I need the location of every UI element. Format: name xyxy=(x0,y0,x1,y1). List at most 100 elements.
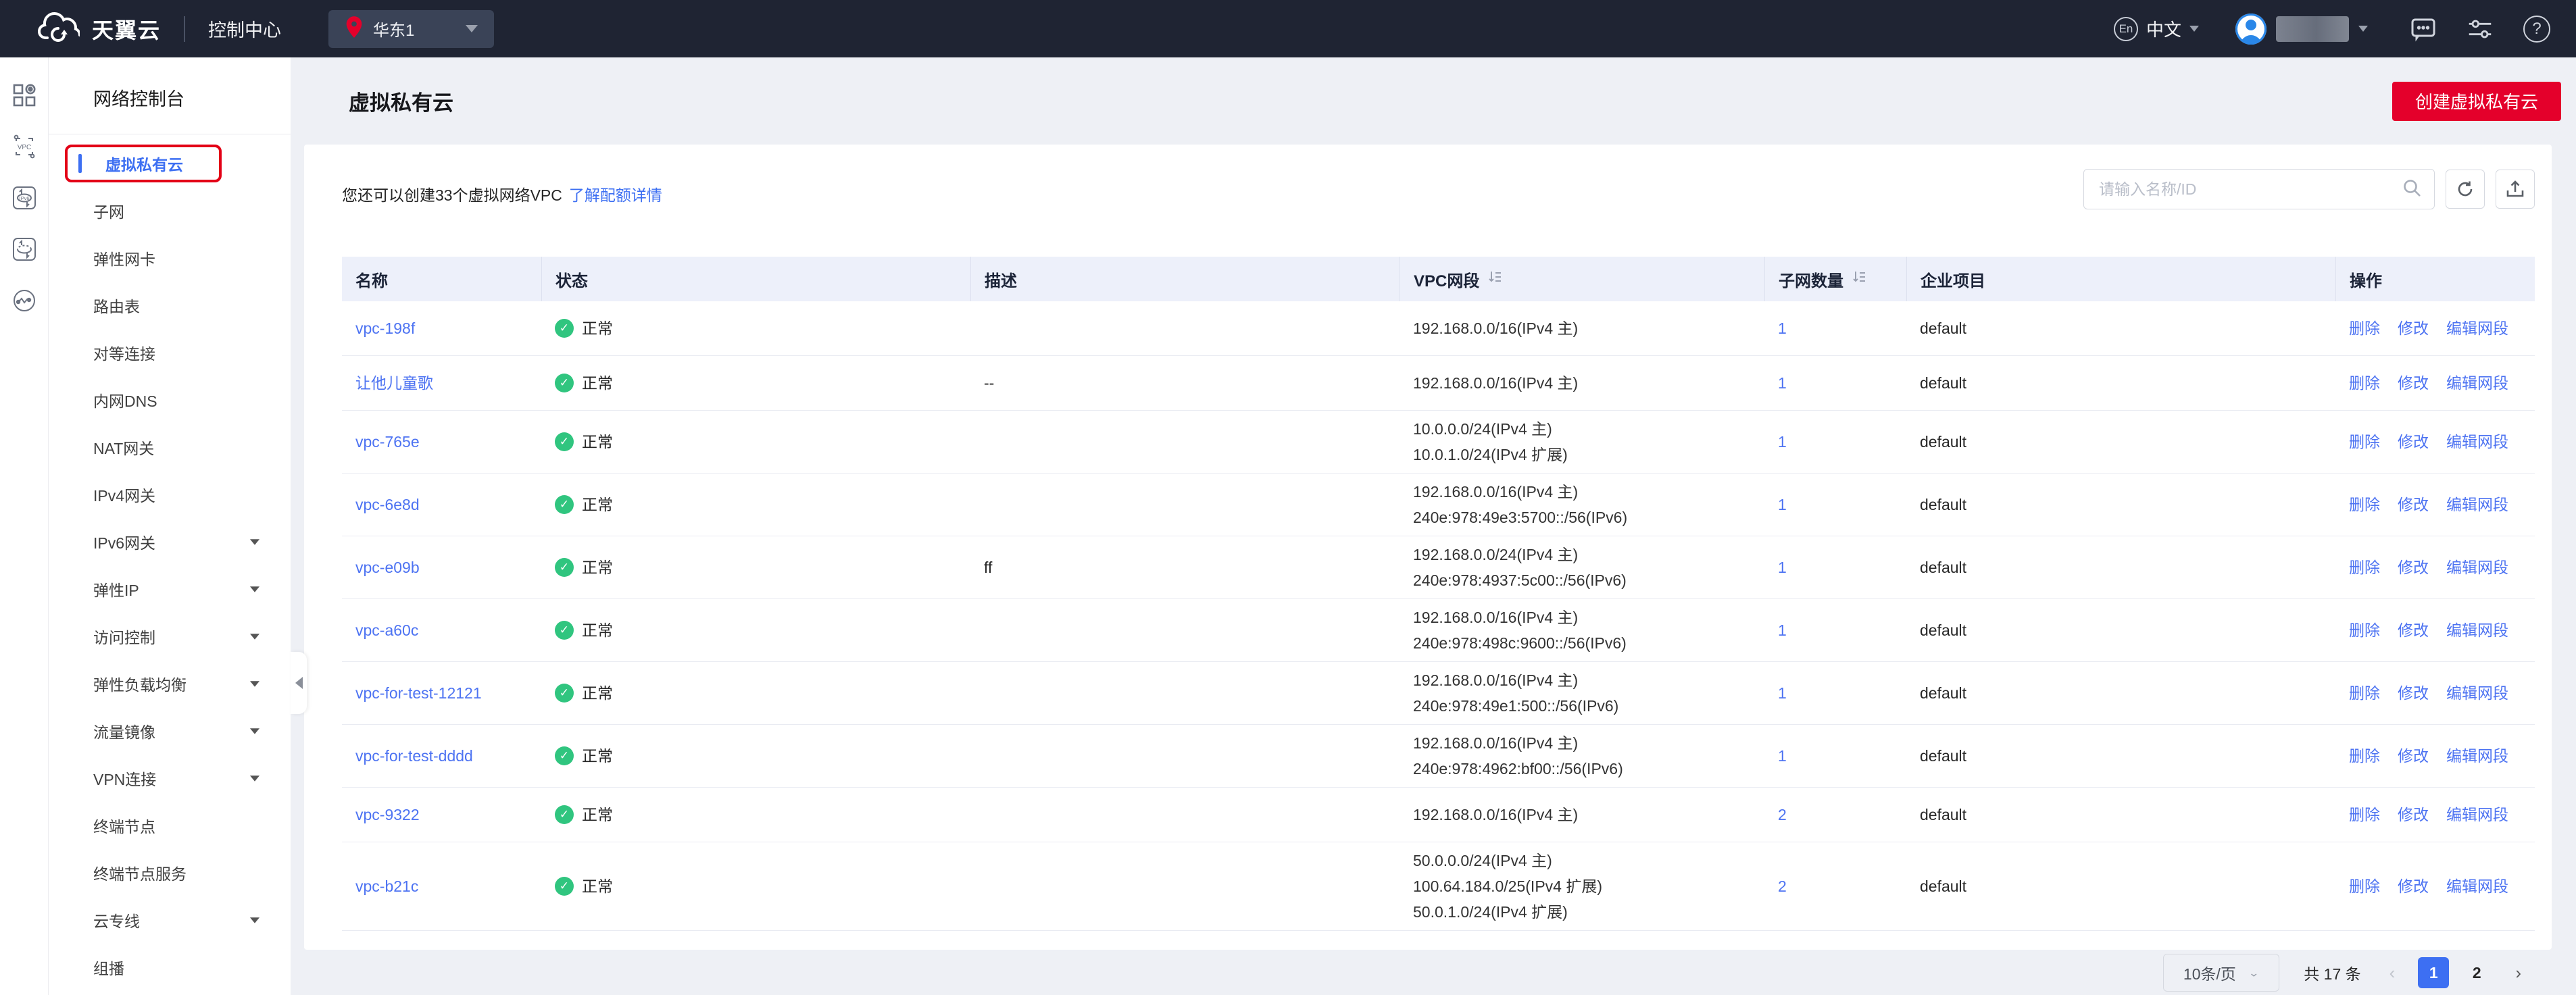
apps-grid-icon[interactable] xyxy=(11,82,38,109)
subnet-count-link[interactable]: 1 xyxy=(1778,320,1787,337)
subnet-count-link[interactable]: 1 xyxy=(1778,684,1787,702)
edit-cidr-action-link[interactable]: 编辑网段 xyxy=(2446,802,2508,827)
sidebar-item-9[interactable]: IPv6网关 xyxy=(49,518,291,565)
export-button[interactable] xyxy=(2496,170,2535,209)
next-page-button[interactable]: › xyxy=(2511,963,2525,984)
user-menu[interactable] xyxy=(2235,14,2368,45)
quota-details-link[interactable]: 了解配额详情 xyxy=(569,186,662,204)
prev-page-button[interactable]: ‹ xyxy=(2385,963,2400,984)
subnet-count-link[interactable]: 1 xyxy=(1778,433,1787,451)
brand-logo[interactable]: 天翼云 xyxy=(38,12,161,45)
sidebar-item-18[interactable]: 组播 xyxy=(49,944,291,991)
help-icon[interactable]: ? xyxy=(2522,14,2552,44)
subnet-count-link[interactable]: 2 xyxy=(1778,806,1787,823)
subnet-count-link[interactable]: 1 xyxy=(1778,496,1787,513)
delete-action-link[interactable]: 删除 xyxy=(2349,555,2380,580)
edit-cidr-action-link[interactable]: 编辑网段 xyxy=(2446,680,2508,706)
modify-action-link[interactable]: 修改 xyxy=(2398,873,2429,899)
edit-cidr-action-link[interactable]: 编辑网段 xyxy=(2446,617,2508,643)
edit-cidr-action-link[interactable]: 编辑网段 xyxy=(2446,429,2508,455)
vpc-name-link[interactable]: vpc-6e8d xyxy=(355,496,420,513)
delete-action-link[interactable]: 删除 xyxy=(2349,429,2380,455)
vpc-name-link[interactable]: vpc-for-test-dddd xyxy=(355,747,473,765)
edit-cidr-action-link[interactable]: 编辑网段 xyxy=(2446,492,2508,517)
sidebar-item-10[interactable]: 弹性IP xyxy=(49,565,291,613)
modify-action-link[interactable]: 修改 xyxy=(2398,680,2429,706)
modify-action-link[interactable]: 修改 xyxy=(2398,555,2429,580)
sidebar-collapse-handle[interactable] xyxy=(291,652,307,714)
edit-cidr-action-link[interactable]: 编辑网段 xyxy=(2446,743,2508,769)
language-switcher[interactable]: En 中文 xyxy=(2114,16,2199,41)
subnet-count-link[interactable]: 1 xyxy=(1778,621,1787,639)
edit-cidr-action-link[interactable]: 编辑网段 xyxy=(2446,555,2508,580)
vpc-icon[interactable]: VPC xyxy=(11,133,38,160)
subnet-count-link[interactable]: 1 xyxy=(1778,559,1787,576)
page-size-select[interactable]: 10条/页 ⌄ xyxy=(2163,954,2279,992)
vpc-name-link[interactable]: vpc-a60c xyxy=(355,621,418,639)
subnet-count-link[interactable]: 1 xyxy=(1778,374,1787,392)
preferences-sliders-icon[interactable] xyxy=(2465,14,2495,44)
feedback-message-icon[interactable] xyxy=(2408,14,2438,44)
ipv6-gateway-icon[interactable]: IPv6 xyxy=(11,184,38,211)
cell-subnet-count: 1 xyxy=(1764,370,1906,396)
ipv4-gateway-icon[interactable] xyxy=(11,236,38,263)
modify-action-link[interactable]: 修改 xyxy=(2398,617,2429,643)
delete-action-link[interactable]: 删除 xyxy=(2349,315,2380,341)
vpc-name-link[interactable]: vpc-9322 xyxy=(355,806,420,823)
search-input[interactable] xyxy=(2099,180,2402,199)
modify-action-link[interactable]: 修改 xyxy=(2398,429,2429,455)
sidebar-item-7[interactable]: NAT网关 xyxy=(49,424,291,471)
sidebar-item-3[interactable]: 弹性网卡 xyxy=(49,234,291,282)
sort-icon[interactable] xyxy=(1487,270,1502,289)
create-vpc-button[interactable]: 创建虚拟私有云 xyxy=(2392,82,2561,121)
edit-cidr-action-link[interactable]: 编辑网段 xyxy=(2446,315,2508,341)
modify-action-link[interactable]: 修改 xyxy=(2398,370,2429,396)
sidebar-item-5[interactable]: 对等连接 xyxy=(49,329,291,376)
sidebar-item-16[interactable]: 终端节点服务 xyxy=(49,849,291,896)
sidebar-item-17[interactable]: 云专线 xyxy=(49,896,291,944)
sidebar-item-15[interactable]: 终端节点 xyxy=(49,802,291,849)
subnet-count-link[interactable]: 1 xyxy=(1778,747,1787,765)
sidebar-item-6[interactable]: 内网DNS xyxy=(49,376,291,424)
console-center-link[interactable]: 控制中心 xyxy=(208,16,281,42)
vpc-name-link[interactable]: vpc-765e xyxy=(355,433,420,451)
delete-action-link[interactable]: 删除 xyxy=(2349,492,2380,517)
cidr-line: 192.168.0.0/24(IPv4 主) xyxy=(1413,542,1764,567)
vpc-name-link[interactable]: 让他儿童歌 xyxy=(355,374,433,392)
sidebar-item-4[interactable]: 路由表 xyxy=(49,282,291,329)
sidebar-item-8[interactable]: IPv4网关 xyxy=(49,471,291,518)
sidebar-item-11[interactable]: 访问控制 xyxy=(49,613,291,660)
region-selector[interactable]: 华东1 xyxy=(328,10,494,48)
sidebar-item-13[interactable]: 流量镜像 xyxy=(49,707,291,755)
page-number-1[interactable]: 1 xyxy=(2418,957,2449,988)
edit-cidr-action-link[interactable]: 编辑网段 xyxy=(2446,370,2508,396)
language-label: 中文 xyxy=(2146,16,2181,41)
page-number-2[interactable]: 2 xyxy=(2461,957,2492,988)
search-icon[interactable] xyxy=(2402,178,2422,201)
sidebar-item-14[interactable]: VPN连接 xyxy=(49,755,291,802)
sidebar-item-2[interactable]: 子网 xyxy=(49,187,291,234)
delete-action-link[interactable]: 删除 xyxy=(2349,802,2380,827)
cell-subnet-count: 1 xyxy=(1764,617,1906,643)
vpc-name-link[interactable]: vpc-b21c xyxy=(355,877,418,895)
modify-action-link[interactable]: 修改 xyxy=(2398,492,2429,517)
subnet-count-link[interactable]: 2 xyxy=(1778,877,1787,895)
vpc-name-link[interactable]: vpc-for-test-12121 xyxy=(355,684,482,702)
vpc-name-link[interactable]: vpc-e09b xyxy=(355,559,420,576)
multicast-icon[interactable] xyxy=(11,287,38,314)
sidebar-item-1[interactable]: 虚拟私有云 xyxy=(49,140,291,187)
sort-icon[interactable] xyxy=(1852,270,1866,289)
delete-action-link[interactable]: 删除 xyxy=(2349,370,2380,396)
chevron-down-icon xyxy=(250,586,259,592)
delete-action-link[interactable]: 删除 xyxy=(2349,743,2380,769)
modify-action-link[interactable]: 修改 xyxy=(2398,743,2429,769)
sidebar-item-12[interactable]: 弹性负载均衡 xyxy=(49,660,291,707)
modify-action-link[interactable]: 修改 xyxy=(2398,802,2429,827)
modify-action-link[interactable]: 修改 xyxy=(2398,315,2429,341)
vpc-name-link[interactable]: vpc-198f xyxy=(355,320,415,337)
delete-action-link[interactable]: 删除 xyxy=(2349,617,2380,643)
delete-action-link[interactable]: 删除 xyxy=(2349,873,2380,899)
delete-action-link[interactable]: 删除 xyxy=(2349,680,2380,706)
refresh-button[interactable] xyxy=(2446,170,2485,209)
edit-cidr-action-link[interactable]: 编辑网段 xyxy=(2446,873,2508,899)
